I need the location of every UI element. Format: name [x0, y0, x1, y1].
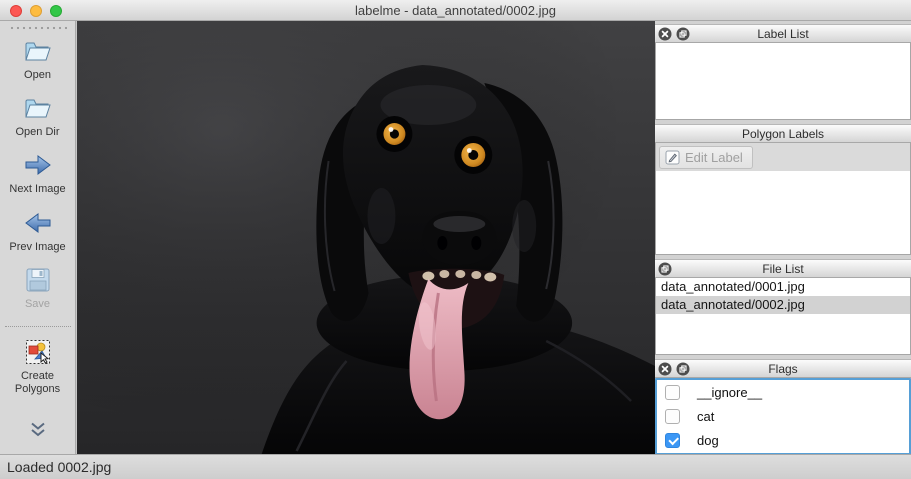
toolbar-overflow-button[interactable] — [29, 422, 47, 442]
label-list-title: Label List — [757, 27, 808, 41]
toolbar-item-label: Create Polygons — [3, 370, 73, 396]
titlebar: labelme - data_annotated/0002.jpg — [0, 0, 911, 21]
arrow-right-icon — [24, 150, 52, 180]
file-list-item[interactable]: data_annotated/0002.jpg — [656, 296, 910, 314]
toolbar-item-label: Save — [25, 298, 50, 311]
arrow-left-icon — [24, 208, 52, 238]
flags-header: Flags — [655, 359, 911, 378]
dock-panel: Label List Polygon Labels Edit Label — [655, 21, 911, 454]
next-image-button[interactable]: Next Image — [9, 150, 65, 196]
floppy-disk-icon — [24, 265, 52, 295]
close-icon[interactable] — [658, 362, 672, 376]
edit-label-button[interactable]: Edit Label — [659, 146, 753, 169]
flag-label: cat — [697, 409, 714, 424]
checkbox-unchecked-icon[interactable] — [665, 385, 680, 400]
close-icon[interactable] — [658, 27, 672, 41]
checkbox-unchecked-icon[interactable] — [665, 409, 680, 424]
window-title: labelme - data_annotated/0002.jpg — [355, 3, 556, 18]
polygon-labels-header: Polygon Labels — [655, 124, 911, 143]
file-list-title: File List — [762, 262, 803, 276]
file-list: data_annotated/0001.jpg data_annotated/0… — [655, 278, 911, 355]
folder-open-dir-icon — [23, 93, 53, 123]
flags-list: __ignore__ cat dog — [655, 378, 911, 455]
polygon-labels-list — [655, 171, 911, 255]
annotation-canvas[interactable] — [76, 21, 655, 454]
polygon-labels-title: Polygon Labels — [742, 127, 824, 141]
prev-image-button[interactable]: Prev Image — [9, 208, 65, 254]
polygon-labels-toolbar: Edit Label — [655, 143, 911, 171]
toolbar-drag-handle[interactable] — [9, 26, 67, 30]
create-polygons-button[interactable]: Create Polygons — [3, 337, 73, 396]
flag-item[interactable]: dog — [657, 428, 909, 452]
close-window-button[interactable] — [10, 5, 22, 17]
status-message: Loaded 0002.jpg — [7, 459, 111, 475]
toolbar-item-label: Prev Image — [9, 241, 65, 254]
zoom-window-button[interactable] — [50, 5, 62, 17]
flags-title: Flags — [768, 362, 797, 376]
labelme-window: labelme - data_annotated/0002.jpg Open — [0, 0, 911, 479]
open-dir-button[interactable]: Open Dir — [15, 93, 59, 139]
toolbar-separator — [5, 326, 71, 327]
folder-open-icon — [23, 36, 53, 66]
chevron-double-down-icon — [29, 422, 47, 437]
minimize-window-button[interactable] — [30, 5, 42, 17]
checkbox-checked-icon[interactable] — [665, 433, 680, 448]
toolbar-item-label: Open — [24, 69, 51, 82]
traffic-lights — [10, 5, 62, 17]
label-list — [655, 43, 911, 120]
label-list-header: Label List — [655, 24, 911, 43]
toolbar-item-label: Open Dir — [15, 126, 59, 139]
dog-photo — [77, 21, 655, 454]
file-list-item[interactable]: data_annotated/0001.jpg — [656, 278, 910, 296]
float-icon[interactable] — [658, 262, 672, 276]
float-icon[interactable] — [676, 27, 690, 41]
float-icon[interactable] — [676, 362, 690, 376]
flag-label: dog — [697, 433, 719, 448]
status-bar: Loaded 0002.jpg — [0, 454, 911, 479]
flag-label: __ignore__ — [697, 385, 762, 400]
file-list-header: File List — [655, 259, 911, 278]
toolbar: Open Open Dir — [0, 21, 76, 454]
flag-item[interactable]: cat — [657, 404, 909, 428]
save-button[interactable]: Save — [24, 265, 52, 311]
edit-label-text: Edit Label — [685, 150, 743, 165]
open-button[interactable]: Open — [23, 36, 53, 82]
pencil-icon — [665, 150, 680, 165]
flag-item[interactable]: __ignore__ — [657, 380, 909, 404]
create-polygons-icon — [25, 337, 51, 367]
toolbar-item-label: Next Image — [9, 183, 65, 196]
